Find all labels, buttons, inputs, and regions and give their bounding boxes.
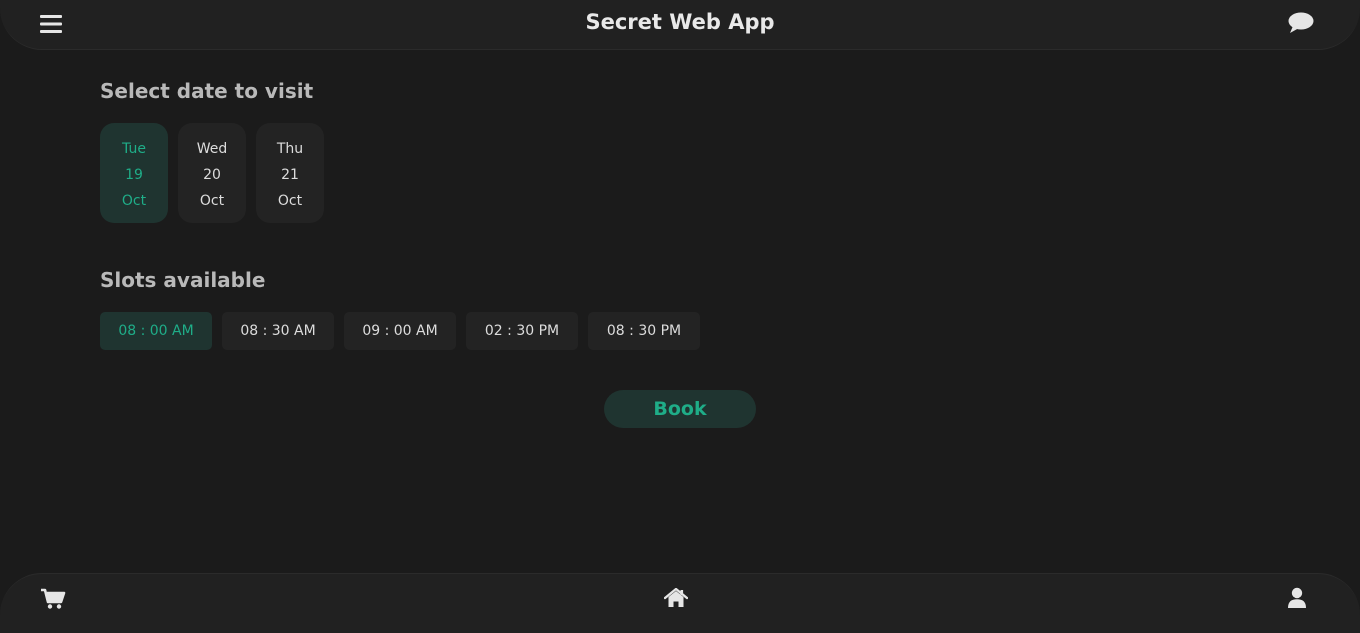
- cart-icon[interactable]: [38, 584, 68, 614]
- date-day: Tue: [122, 141, 146, 157]
- book-button[interactable]: Book: [604, 390, 756, 428]
- time-slot-0230-pm[interactable]: 02 : 30 PM: [466, 312, 578, 350]
- time-slot-0830-am[interactable]: 08 : 30 AM: [222, 312, 334, 350]
- date-number: 20: [203, 167, 221, 183]
- app-title: Secret Web App: [585, 10, 775, 34]
- date-option-thu-21[interactable]: Thu 21 Oct: [256, 123, 324, 223]
- top-app-bar: Secret Web App: [0, 0, 1360, 50]
- time-slot-0900-am[interactable]: 09 : 00 AM: [344, 312, 456, 350]
- date-day: Thu: [276, 141, 304, 157]
- date-number: 21: [281, 167, 299, 183]
- home-icon[interactable]: [661, 583, 691, 613]
- select-date-heading: Select date to visit: [100, 79, 314, 103]
- date-picker: Tue 19 Oct Wed 20 Oct Thu 21 Oct: [100, 123, 334, 223]
- date-month: Oct: [277, 193, 303, 209]
- date-month: Oct: [199, 193, 225, 209]
- time-slot-0800-am[interactable]: 08 : 00 AM: [100, 312, 212, 350]
- date-option-tue-19[interactable]: Tue 19 Oct: [100, 123, 168, 223]
- time-slot-0830-pm[interactable]: 08 : 30 PM: [588, 312, 700, 350]
- bottom-nav-bar: [0, 573, 1360, 633]
- time-slot-list: 08 : 00 AM 08 : 30 AM 09 : 00 AM 02 : 30…: [100, 312, 710, 350]
- date-month: Oct: [121, 193, 147, 209]
- user-icon[interactable]: [1282, 583, 1312, 613]
- slots-available-heading: Slots available: [100, 268, 266, 292]
- date-day: Wed: [196, 141, 228, 157]
- date-number: 19: [125, 167, 143, 183]
- chat-bubble-icon[interactable]: [1286, 8, 1316, 38]
- date-option-wed-20[interactable]: Wed 20 Oct: [178, 123, 246, 223]
